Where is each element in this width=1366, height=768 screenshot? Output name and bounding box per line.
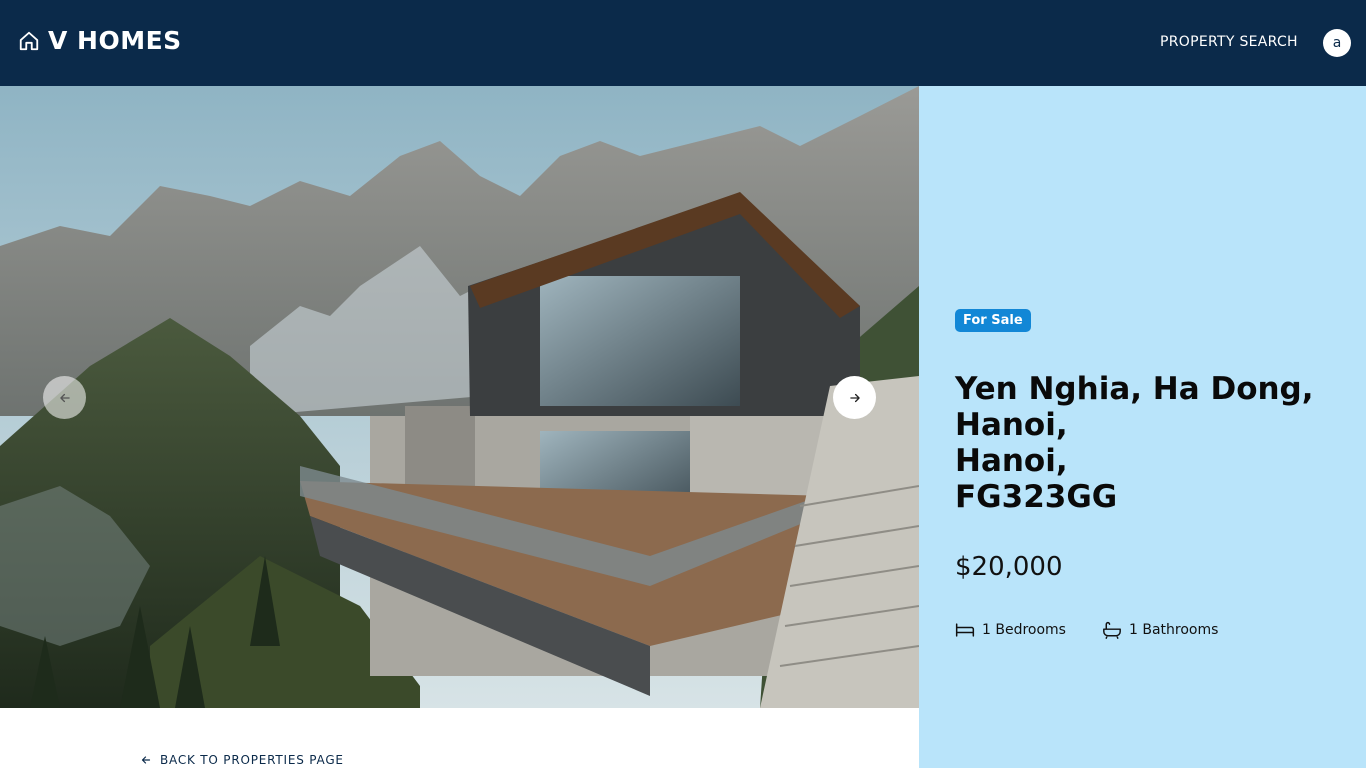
property-photo	[0, 86, 919, 708]
arrow-left-icon	[59, 393, 70, 402]
arrow-right-icon	[849, 393, 860, 402]
bedrooms-feature: 1 Bedrooms	[955, 622, 1066, 638]
carousel-next-button[interactable]	[833, 376, 876, 419]
back-link-label: BACK TO PROPERTIES PAGE	[160, 753, 344, 767]
bathrooms-label: 1 Bathrooms	[1128, 622, 1219, 638]
brand-logo[interactable]: V HOMES	[18, 26, 182, 55]
back-to-properties-link[interactable]: BACK TO PROPERTIES PAGE	[140, 753, 344, 767]
address-line: Hanoi,	[955, 443, 1068, 479]
property-features: 1 Bedrooms 1 Bathrooms	[955, 621, 1218, 639]
address-line: Hanoi,	[955, 407, 1068, 443]
bathtub-icon	[1103, 621, 1121, 639]
property-image-carousel	[0, 86, 919, 708]
nav-link-property-search[interactable]: PROPERTY SEARCH	[1160, 34, 1298, 50]
arrow-left-icon	[141, 756, 151, 764]
home-icon	[19, 31, 39, 50]
property-address: Yen Nghia, Ha Dong, Hanoi, Hanoi, FG323G…	[955, 371, 1355, 515]
avatar[interactable]: a	[1323, 29, 1351, 57]
address-line: Yen Nghia, Ha Dong,	[955, 371, 1314, 407]
property-price: $20,000	[955, 552, 1063, 582]
brand-name: V HOMES	[48, 26, 182, 55]
bedrooms-label: 1 Bedrooms	[982, 622, 1066, 638]
status-badge: For Sale	[955, 309, 1031, 332]
bed-icon	[955, 623, 975, 637]
top-navbar: V HOMES PROPERTY SEARCH a	[0, 0, 1366, 86]
bathrooms-feature: 1 Bathrooms	[1102, 621, 1218, 639]
carousel-prev-button[interactable]	[43, 376, 86, 419]
listing-detail-panel: For Sale Yen Nghia, Ha Dong, Hanoi, Hano…	[919, 86, 1366, 768]
address-line: FG323GG	[955, 479, 1118, 515]
